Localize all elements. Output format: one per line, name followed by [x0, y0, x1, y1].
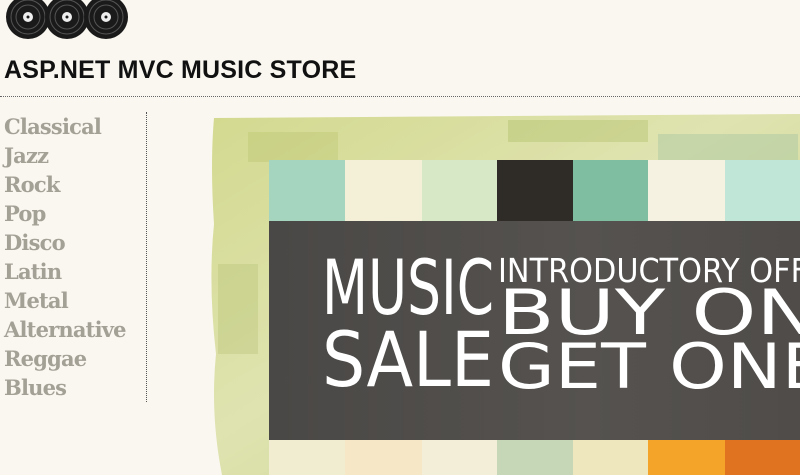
genre-link-jazz[interactable]: Jazz [4, 143, 49, 168]
genre-link-latin[interactable]: Latin [4, 259, 62, 284]
genre-item: Pop [4, 199, 146, 228]
promo-banner-artwork: MUSIC SALE INTRODUCTORY OFF BUY ON GET O… [211, 114, 800, 475]
genre-item: Rock [4, 170, 146, 199]
store-title[interactable]: ASP.NET MVC MUSIC STORE [4, 56, 356, 85]
genre-link-classical[interactable]: Classical [4, 114, 102, 139]
genre-item: Classical [4, 112, 146, 141]
genre-link-rock[interactable]: Rock [4, 172, 60, 197]
genre-link-disco[interactable]: Disco [4, 230, 66, 255]
header-divider [0, 96, 800, 97]
promo-word-sale: SALE [322, 315, 494, 404]
genre-link-alternative[interactable]: Alternative [4, 317, 127, 342]
genre-item: Latin [4, 257, 146, 286]
promo-line-get: GET ONE [498, 330, 800, 403]
genre-item: Metal [4, 286, 146, 315]
genre-link-reggae[interactable]: Reggae [4, 346, 87, 371]
genre-item: Blues [4, 373, 146, 402]
genre-item: Alternative [4, 315, 146, 344]
genre-item: Jazz [4, 141, 146, 170]
genre-item: Disco [4, 228, 146, 257]
promo-banner[interactable]: MUSIC SALE INTRODUCTORY OFF BUY ON GET O… [208, 114, 800, 475]
site-header: ASP.NET MVC MUSIC STORE [0, 0, 800, 97]
genre-link-pop[interactable]: Pop [4, 201, 46, 226]
genre-link-metal[interactable]: Metal [4, 288, 69, 313]
genre-item: Reggae [4, 344, 146, 373]
genre-link-blues[interactable]: Blues [4, 375, 67, 400]
genre-menu: Classical Jazz Rock Pop Disco Latin Meta… [4, 112, 147, 402]
vinyl-records-icon[interactable] [6, 0, 128, 46]
